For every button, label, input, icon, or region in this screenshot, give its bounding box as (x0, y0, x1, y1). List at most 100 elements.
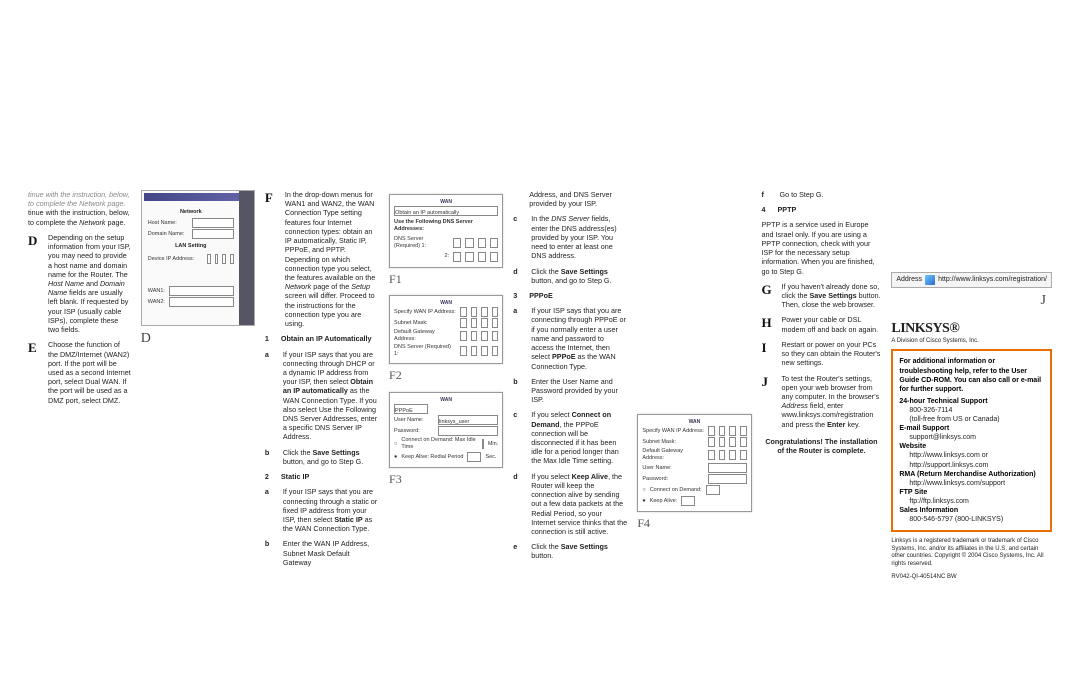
f2-l3: Default Gateway Address: (394, 329, 456, 343)
f3-title: WAN (394, 397, 498, 403)
ob-l2: E-mail Support (899, 424, 1044, 433)
ob-v6: 800-546-5797 (800-LINKSYS) (909, 515, 1044, 524)
d-pre-real: tinue with the instruction, below, to co… (28, 208, 131, 226)
c5-c-label: c (513, 214, 525, 260)
figure-F4: WAN Specify WAN IP Address: Subnet Mask:… (637, 414, 751, 512)
f4-l2: Subnet Mask: (642, 439, 704, 446)
f4-o2: Keep Alive: (650, 498, 678, 505)
f4-o1: Connect on Demand: (650, 487, 702, 494)
f3-min: Min. (488, 441, 498, 448)
partno: RV042-QI-40514NC BW (891, 574, 1052, 582)
s3-d-label: d (513, 472, 525, 537)
f3-l1: User Name: (394, 417, 434, 424)
s1-a-text: If your ISP says that you are connecting… (283, 350, 379, 442)
addr-url: http://www.linksys.com/registration/ (938, 276, 1047, 285)
s1-b-label: b (265, 448, 277, 466)
s3-c-label: c (513, 410, 525, 465)
s2-b-label: b (265, 539, 277, 567)
page: tinue with the instruction, below, to co… (0, 0, 1080, 698)
section-3-num: 3 (513, 291, 523, 300)
figure-D-caption: D (141, 330, 255, 348)
column-2: Network Host Name: Domain Name: LAN Sett… (141, 190, 255, 578)
f1-chk: Use the Following DNS Server Addresses: (394, 219, 498, 233)
caption-F1: F1 (389, 272, 503, 287)
s2-a-text: If your ISP says that you are connecting… (283, 487, 379, 533)
f4-title: WAN (642, 419, 746, 425)
addr-label: Address (896, 276, 922, 285)
s3-c-text: If you select Connect on Demand, the PPP… (531, 410, 627, 465)
caption-J: J (891, 292, 1046, 310)
step-I-text: Restart or power on your PCs so they can… (782, 340, 882, 368)
trademark: Linksys is a registered trademark or tra… (891, 538, 1052, 568)
f2-l1: Specify WAN IP Address: (394, 309, 456, 316)
linksys-logo: LINKSYS® (891, 320, 1052, 338)
ob-v1: 800-326-7114 (909, 406, 1044, 415)
column-5: Address, and DNS Server provided by your… (513, 190, 627, 578)
figure-F1: WAN Obtain an IP automatically Use the F… (389, 194, 503, 268)
s3-a-label: a (513, 306, 525, 371)
column-3: FIn the drop-down menus for WAN1 and WAN… (265, 190, 379, 578)
logo-sub: A Division of Cisco Systems, Inc. (891, 338, 1052, 346)
ob-l4: RMA (Return Merchandise Authorization) (899, 470, 1044, 479)
ob-v3b: http://support.linksys.com (909, 461, 1044, 470)
s3-a-text: If your ISP says that you are connecting… (531, 306, 627, 371)
c7-s4-text: PPTP is a service used in Europe and Isr… (762, 220, 882, 275)
s3-d-text: If you select Keep Alive, the Router wil… (531, 472, 627, 537)
section-2-num: 2 (265, 472, 275, 481)
caption-F3: F3 (389, 472, 503, 487)
c7-f-text: Go to Step G. (780, 190, 824, 199)
section-1-num: 1 (265, 334, 275, 343)
ob-v1b: (toll-free from US or Canada) (909, 415, 1044, 424)
f4-l5: Password: (642, 476, 704, 483)
address-bar: Address http://www.linksys.com/registrat… (891, 272, 1052, 288)
s3-e-text: Click the Save Settings button. (531, 542, 627, 560)
d-pre-text: tinue with the instruction, below, to co… (28, 190, 131, 208)
caption-F2: F2 (389, 368, 503, 383)
f3-v1: linksys_user (439, 419, 469, 425)
f1-d2: 2: (394, 253, 449, 260)
f3-mode: PPPoE (395, 408, 413, 414)
figure-F2: WAN Specify WAN IP Address: Subnet Mask:… (389, 295, 503, 365)
ob-l1: 24-hour Technical Support (899, 397, 1044, 406)
content-columns: tinue with the instruction, below, to co… (28, 190, 1052, 578)
ob-l5: FTP Site (899, 488, 1044, 497)
section-1-title: Obtain an IP Automatically (281, 334, 372, 343)
s2-a-label: a (265, 487, 277, 533)
ob-v5: ftp://ftp.linksys.com (909, 497, 1044, 506)
congrat-text: Congratulations! The installation of the… (762, 437, 882, 455)
f3-sec: Sec. (485, 454, 496, 461)
step-E-label: E (28, 340, 42, 405)
column-6: WAN Specify WAN IP Address: Subnet Mask:… (637, 190, 751, 578)
f4-l1: Specify WAN IP Address: (642, 428, 704, 435)
ob-intro: For additional information or troublesho… (899, 357, 1044, 393)
support-box: For additional information or troublesho… (891, 349, 1052, 532)
ob-l3: Website (899, 442, 1044, 451)
figure-F3: WAN PPPoE User Name:linksys_user Passwor… (389, 392, 503, 468)
column-8: Address http://www.linksys.com/registrat… (891, 190, 1052, 578)
f4-l4: User Name: (642, 465, 704, 472)
c7-f-label: f (762, 190, 774, 199)
step-G-text: If you haven't already done so, click th… (782, 282, 882, 310)
ob-v4: http://www.linksys.com/support (909, 479, 1044, 488)
section-2-title: Static IP (281, 472, 309, 481)
caption-F4: F4 (637, 516, 751, 531)
c5-c-text: In the DNS Server fields, enter the DNS … (531, 214, 627, 260)
s1-a-label: a (265, 350, 277, 442)
c5-d-text: Click the Save Settings button, and go t… (531, 267, 627, 285)
step-J-label: J (762, 374, 776, 429)
figure-D-image: Network Host Name: Domain Name: LAN Sett… (141, 190, 255, 326)
f4-l3: Default Gateway Address: (642, 448, 704, 462)
section-3-title: PPPoE (529, 291, 553, 300)
f2-title: WAN (394, 300, 498, 306)
s3-e-label: e (513, 542, 525, 560)
s3-b-label: b (513, 377, 525, 405)
step-F-label: F (265, 190, 279, 328)
column-1: tinue with the instruction, below, to co… (28, 190, 131, 578)
column-4: WAN Obtain an IP automatically Use the F… (389, 190, 503, 578)
ob-l6: Sales Information (899, 506, 1044, 515)
step-H-label: H (762, 315, 776, 333)
step-H-text: Power your cable or DSL modem off and ba… (782, 315, 882, 333)
ie-icon (925, 275, 935, 285)
f3-o2: Keep Alive: Redial Period (401, 454, 463, 461)
step-D-label: D (28, 233, 42, 334)
